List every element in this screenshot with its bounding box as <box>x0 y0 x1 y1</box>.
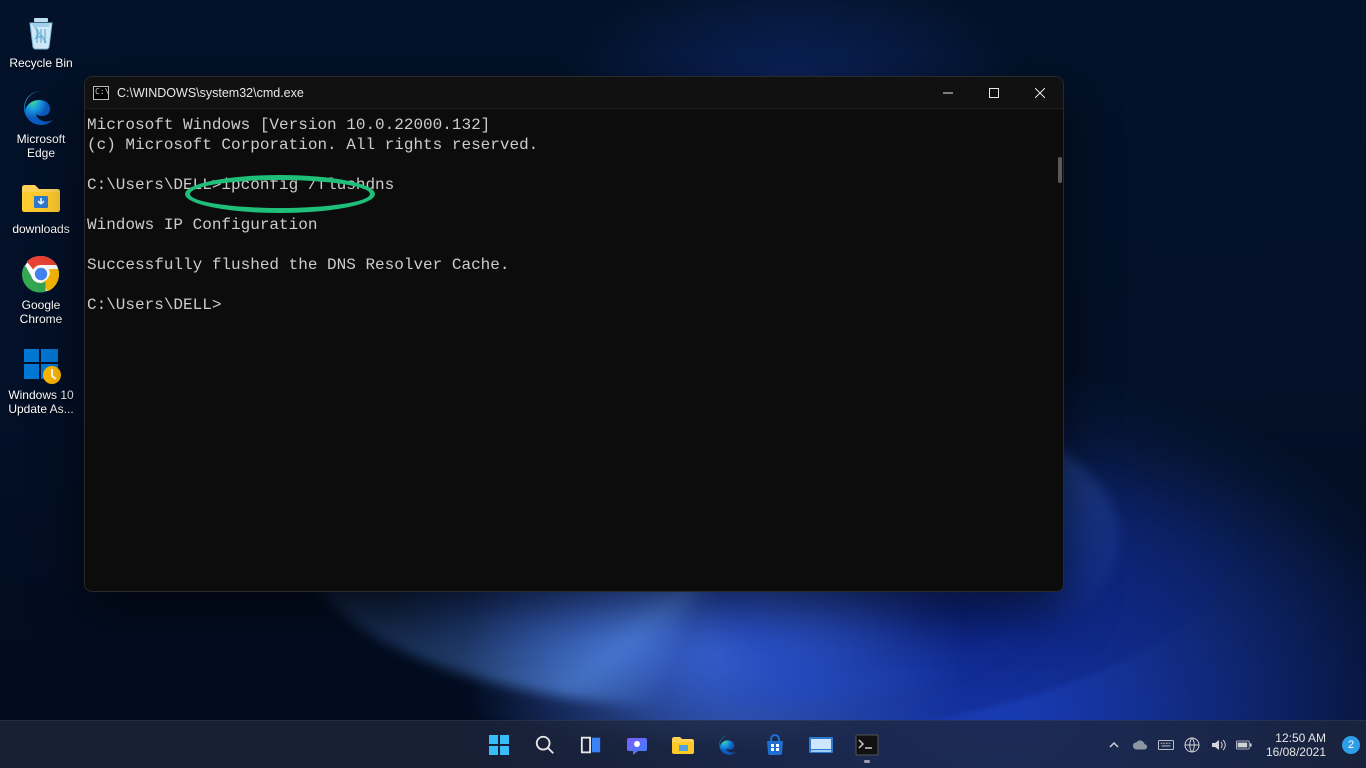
desktop-icon-label: Google Chrome <box>3 298 79 326</box>
taskbar-settings-button[interactable] <box>801 725 841 765</box>
taskbar-center-apps <box>479 721 887 768</box>
systray-overflow-button[interactable] <box>1106 737 1122 753</box>
taskbar-clock[interactable]: 12:50 AM 16/08/2021 <box>1266 731 1326 759</box>
desktop-icons: Recycle Bin Microsoft Edge downloads Goo… <box>2 6 82 428</box>
taskbar-edge-button[interactable] <box>709 725 749 765</box>
cmd-line: (c) Microsoft Corporation. All rights re… <box>87 136 538 154</box>
taskbar-cmd-button[interactable] <box>847 725 887 765</box>
volume-icon[interactable] <box>1210 737 1226 753</box>
cmd-icon <box>93 86 109 100</box>
network-icon[interactable] <box>1184 737 1200 753</box>
cmd-entered-command: ipconfig /flushdns <box>221 176 394 194</box>
keyboard-layout-icon[interactable] <box>1158 737 1174 753</box>
taskbar-store-button[interactable] <box>755 725 795 765</box>
cmd-prompt: C:\Users\DELL> <box>87 176 221 194</box>
taskbar-chat-button[interactable] <box>617 725 657 765</box>
system-tray: 12:50 AM 16/08/2021 2 <box>1106 721 1360 768</box>
desktop-icon-recycle-bin[interactable]: Recycle Bin <box>2 6 80 82</box>
cmd-terminal-output[interactable]: Microsoft Windows [Version 10.0.22000.13… <box>85 109 1063 591</box>
desktop-icon-label: downloads <box>12 222 69 236</box>
desktop-icon-edge[interactable]: Microsoft Edge <box>2 82 80 172</box>
desktop-icon-label: Windows 10 Update As... <box>3 388 79 416</box>
clock-date: 16/08/2021 <box>1266 745 1326 759</box>
recycle-bin-icon <box>19 10 63 54</box>
edge-icon <box>19 86 63 130</box>
chrome-icon <box>19 252 63 296</box>
desktop-icon-chrome[interactable]: Google Chrome <box>2 248 80 338</box>
notification-count: 2 <box>1348 739 1354 751</box>
notification-badge[interactable]: 2 <box>1342 736 1360 754</box>
maximize-button[interactable] <box>971 77 1017 108</box>
desktop-icon-label: Microsoft Edge <box>3 132 79 160</box>
cmd-scrollbar-thumb[interactable] <box>1058 157 1062 183</box>
cmd-line: Microsoft Windows [Version 10.0.22000.13… <box>87 116 490 134</box>
cmd-titlebar[interactable]: C:\WINDOWS\system32\cmd.exe <box>85 77 1063 109</box>
minimize-button[interactable] <box>925 77 971 108</box>
desktop-icon-win10-update[interactable]: Windows 10 Update As... <box>2 338 80 428</box>
clock-time: 12:50 AM <box>1266 731 1326 745</box>
desktop-icon-label: Recycle Bin <box>9 56 72 70</box>
taskbar: 12:50 AM 16/08/2021 2 <box>0 720 1366 768</box>
folder-icon <box>19 176 63 220</box>
taskbar-task-view-button[interactable] <box>571 725 611 765</box>
window-controls <box>925 77 1063 108</box>
cmd-window[interactable]: C:\WINDOWS\system32\cmd.exe Microsoft Wi… <box>84 76 1064 592</box>
onedrive-icon[interactable] <box>1132 737 1148 753</box>
cmd-window-title: C:\WINDOWS\system32\cmd.exe <box>117 86 925 100</box>
taskbar-file-explorer-button[interactable] <box>663 725 703 765</box>
cmd-prompt: C:\Users\DELL> <box>87 296 221 314</box>
windows-update-icon <box>19 342 63 386</box>
close-button[interactable] <box>1017 77 1063 108</box>
start-button[interactable] <box>479 725 519 765</box>
desktop-icon-downloads[interactable]: downloads <box>2 172 80 248</box>
cmd-line: Successfully flushed the DNS Resolver Ca… <box>87 256 509 274</box>
taskbar-search-button[interactable] <box>525 725 565 765</box>
battery-icon[interactable] <box>1236 737 1252 753</box>
cmd-line: Windows IP Configuration <box>87 216 317 234</box>
